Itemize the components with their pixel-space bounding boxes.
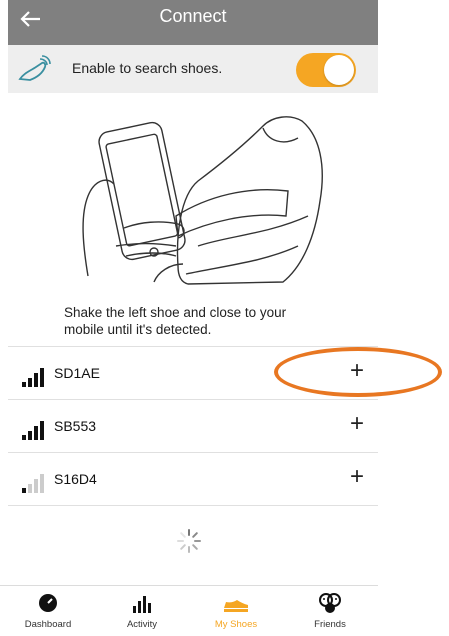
tab-dashboard[interactable]: Dashboard <box>8 592 88 630</box>
add-device-button[interactable]: + <box>350 463 364 491</box>
add-device-button[interactable]: + <box>350 410 364 438</box>
tab-label: My Shoes <box>214 619 258 630</box>
signal-strength-icon <box>22 420 46 440</box>
enable-search-label: Enable to search shoes. <box>72 60 223 76</box>
toggle-knob <box>324 55 354 85</box>
top-bar: Connect <box>8 0 378 45</box>
tab-activity[interactable]: Activity <box>102 592 182 630</box>
enable-search-row: Enable to search shoes. <box>8 45 378 93</box>
loading-spinner-icon <box>177 529 201 553</box>
device-name: SB553 <box>54 418 97 434</box>
enable-search-toggle[interactable] <box>296 53 356 87</box>
shoe-signal-icon <box>18 55 51 81</box>
instruction-text: Shake the left shoe and close to your mo… <box>64 305 287 337</box>
activity-icon <box>133 596 151 613</box>
shoe-icon <box>224 600 248 612</box>
app-screen: Connect Enable to search shoes. Shake th… <box>0 0 378 636</box>
device-name: SD1AE <box>54 365 100 381</box>
device-row[interactable]: SB553 + <box>8 399 378 452</box>
tab-label: Friends <box>314 619 346 630</box>
device-row[interactable]: S16D4 + <box>8 452 378 506</box>
device-name: S16D4 <box>54 471 97 487</box>
page-title: Connect <box>159 6 227 26</box>
tab-friends[interactable]: Friends <box>290 592 370 630</box>
hand-shaking-shoe-illustration <box>82 116 323 285</box>
signal-strength-icon <box>22 473 46 493</box>
tab-label: Activity <box>126 619 158 630</box>
tab-label: Dashboard <box>24 619 72 630</box>
signal-strength-icon <box>22 367 46 387</box>
dashboard-icon <box>39 594 57 612</box>
highlight-circle <box>274 347 442 397</box>
bottom-tab-bar: Dashboard Activity My Shoes Friends <box>0 585 378 636</box>
tab-my-shoes[interactable]: My Shoes <box>196 592 276 630</box>
friends-icon <box>319 593 341 613</box>
